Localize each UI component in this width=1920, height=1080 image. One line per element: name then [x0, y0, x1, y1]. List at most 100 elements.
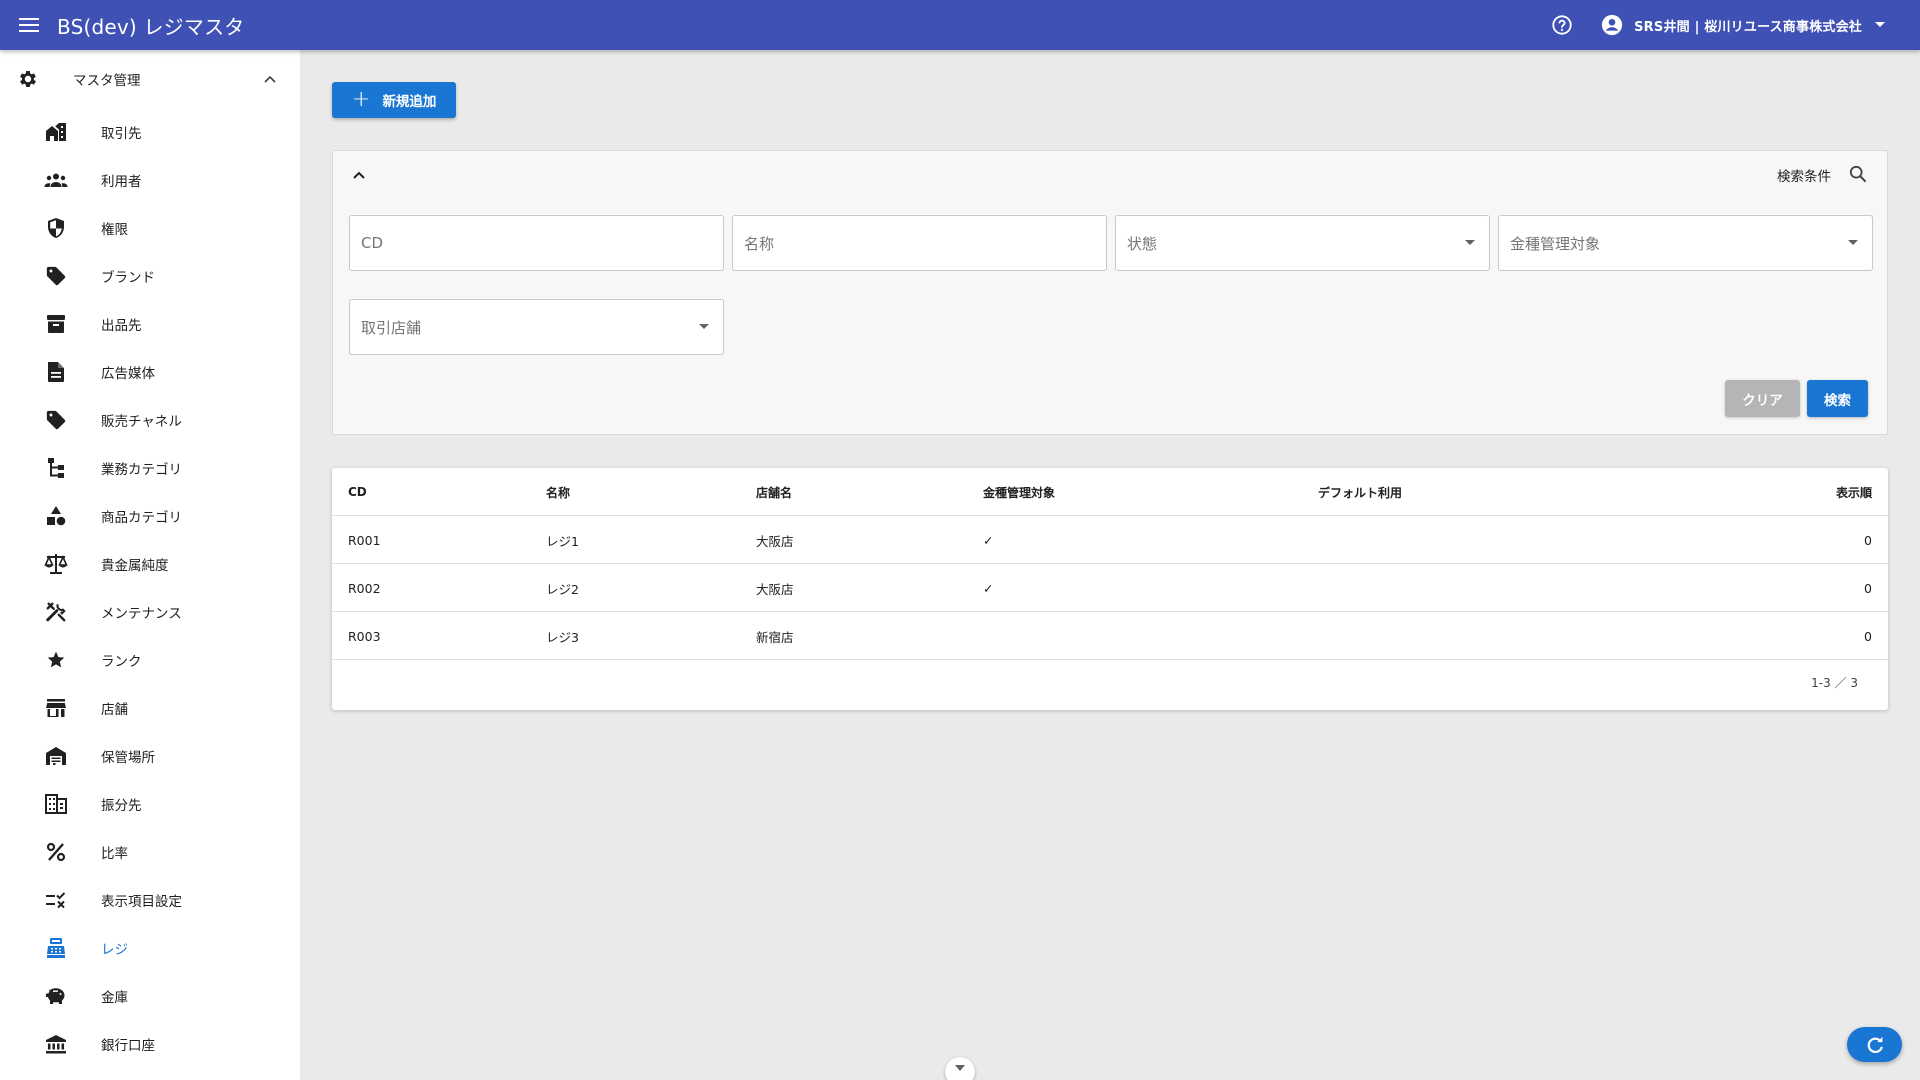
main-content: + 新規追加 検索条件 CD 名称 状態 金種管理対象 取引店舗 クリア 検索 [300, 50, 1920, 1080]
cell-name: レジ3 [546, 629, 579, 645]
help-icon[interactable] [1550, 13, 1574, 37]
cd-input[interactable]: CD [349, 215, 724, 271]
menu-icon[interactable] [18, 14, 40, 36]
sidebar-item-label: 商品カテゴリ [101, 510, 182, 526]
table-row[interactable]: R002 レジ2 大阪店 ✓ 0 [332, 564, 1888, 612]
sidebar-item-label: 比率 [101, 846, 128, 862]
cd-placeholder: CD [361, 234, 384, 252]
sidebar-item-label: 保管場所 [101, 750, 155, 766]
header-cd[interactable]: CD [348, 468, 367, 516]
shapes-icon [44, 504, 68, 528]
cell-store: 新宿店 [756, 629, 794, 645]
scroll-down-button[interactable] [945, 1057, 975, 1080]
sidebar-item-precious-metal[interactable]: 貴金属純度 [0, 540, 300, 588]
sidebar-item-store[interactable]: 店舗 [0, 684, 300, 732]
list-check-icon [44, 888, 68, 912]
sidebar-item-ad-media[interactable]: 広告媒体 [0, 348, 300, 396]
header-store[interactable]: 店舗名 [756, 468, 792, 516]
register-icon [44, 936, 68, 960]
sidebar-item-label: 表示項目設定 [101, 894, 182, 910]
sidebar-item-safe[interactable]: 金庫 [0, 972, 300, 1020]
sidebar-group-master[interactable]: マスタ管理 [0, 50, 300, 108]
clear-button[interactable]: クリア [1725, 380, 1800, 417]
sidebar-item-storage[interactable]: 保管場所 [0, 732, 300, 780]
sidebar-item-register[interactable]: レジ [0, 924, 300, 972]
sidebar-item-label: 貴金属純度 [101, 558, 169, 574]
search-icon[interactable] [1847, 163, 1869, 185]
sidebar-item-display-settings[interactable]: 表示項目設定 [0, 876, 300, 924]
sidebar-item-label: 業務カテゴリ [101, 462, 182, 478]
chevron-up-icon[interactable] [351, 167, 367, 183]
refresh-button[interactable] [1847, 1027, 1902, 1062]
sidebar: マスタ管理 取引先 利用者 権限 ブランド 出品先 広告媒体 販売チャネル 業務… [0, 50, 300, 1080]
cell-name: レジ1 [546, 533, 579, 549]
add-new-label: 新規追加 [382, 94, 437, 110]
status-placeholder: 状態 [1127, 234, 1158, 253]
account-menu[interactable]: SRS井間 | 桜川リユース商事株式会社 [1600, 13, 1886, 37]
sidebar-item-label: 権限 [101, 222, 128, 238]
bank-icon [44, 1032, 68, 1056]
sidebar-item-label: 振分先 [101, 798, 142, 814]
table-row[interactable]: R003 レジ3 新宿店 0 [332, 612, 1888, 660]
tools-icon [44, 600, 68, 624]
store-placeholder: 取引店舗 [361, 318, 422, 337]
table-row[interactable]: R001 レジ1 大阪店 ✓ 0 [332, 516, 1888, 564]
table-header-row: CD 名称 店舗名 金種管理対象 デフォルト利用 表示順 [332, 468, 1888, 516]
search-panel: 検索条件 CD 名称 状態 金種管理対象 取引店舗 クリア 検索 [332, 150, 1888, 435]
app-title: BS(dev) レジマスタ [57, 14, 245, 39]
gear-icon [16, 67, 40, 91]
sidebar-item-label: レジ [101, 942, 128, 958]
sidebar-item-bank-account[interactable]: 銀行口座 [0, 1020, 300, 1068]
kinshu-select[interactable]: 金種管理対象 [1498, 215, 1873, 271]
cell-order: 0 [1864, 628, 1872, 644]
name-input[interactable]: 名称 [732, 215, 1107, 271]
store-select[interactable]: 取引店舗 [349, 299, 724, 355]
sidebar-item-label: 広告媒体 [101, 366, 155, 382]
shield-icon [44, 216, 68, 240]
cell-store: 大阪店 [756, 581, 794, 597]
add-new-button[interactable]: + 新規追加 [332, 82, 456, 118]
sidebar-item-torihikisaki[interactable]: 取引先 [0, 108, 300, 156]
document-icon [44, 360, 68, 384]
check-icon: ✓ [983, 532, 994, 548]
status-select[interactable]: 状態 [1115, 215, 1490, 271]
sidebar-item-label: 販売チャネル [101, 414, 182, 430]
caret-down-icon [1874, 19, 1886, 31]
sidebar-item-ratio[interactable]: 比率 [0, 828, 300, 876]
sidebar-item-distribution[interactable]: 振分先 [0, 780, 300, 828]
app-bar: BS(dev) レジマスタ SRS井間 | 桜川リユース商事株式会社 [0, 0, 1920, 50]
warehouse-icon [44, 744, 68, 768]
tag-icon [44, 408, 68, 432]
header-default[interactable]: デフォルト利用 [1318, 468, 1402, 516]
cell-cd: R003 [348, 628, 381, 644]
sidebar-item-brand[interactable]: ブランド [0, 252, 300, 300]
sidebar-item-label: ブランド [101, 270, 155, 286]
sidebar-item-shuppinsaki[interactable]: 出品先 [0, 300, 300, 348]
sidebar-item-label: 利用者 [101, 174, 142, 190]
store-icon [44, 696, 68, 720]
sidebar-item-maintenance[interactable]: メンテナンス [0, 588, 300, 636]
header-name[interactable]: 名称 [546, 468, 570, 516]
sidebar-item-label: ランク [101, 654, 142, 670]
sidebar-item-permissions[interactable]: 権限 [0, 204, 300, 252]
account-name: SRS井間 | 桜川リユース商事株式会社 [1634, 19, 1862, 35]
sidebar-item-users[interactable]: 利用者 [0, 156, 300, 204]
name-placeholder: 名称 [744, 234, 775, 253]
piggy-bank-icon [44, 984, 68, 1008]
search-button[interactable]: 検索 [1807, 380, 1868, 417]
tree-icon [44, 456, 68, 480]
register-table: CD 名称 店舗名 金種管理対象 デフォルト利用 表示順 R001 レジ1 大阪… [332, 468, 1888, 710]
sidebar-item-sales-channel[interactable]: 販売チャネル [0, 396, 300, 444]
tag-icon [44, 264, 68, 288]
sidebar-item-label: 銀行口座 [101, 1038, 155, 1054]
sidebar-item-rank[interactable]: ランク [0, 636, 300, 684]
sidebar-item-label: メンテナンス [101, 606, 182, 622]
sidebar-item-product-category[interactable]: 商品カテゴリ [0, 492, 300, 540]
star-icon [44, 648, 68, 672]
chevron-up-icon [262, 71, 278, 87]
header-order[interactable]: 表示順 [1836, 468, 1872, 516]
dropdown-arrow-icon [699, 324, 709, 329]
sidebar-item-business-category[interactable]: 業務カテゴリ [0, 444, 300, 492]
header-kinshu[interactable]: 金種管理対象 [983, 468, 1055, 516]
cell-name: レジ2 [546, 581, 579, 597]
